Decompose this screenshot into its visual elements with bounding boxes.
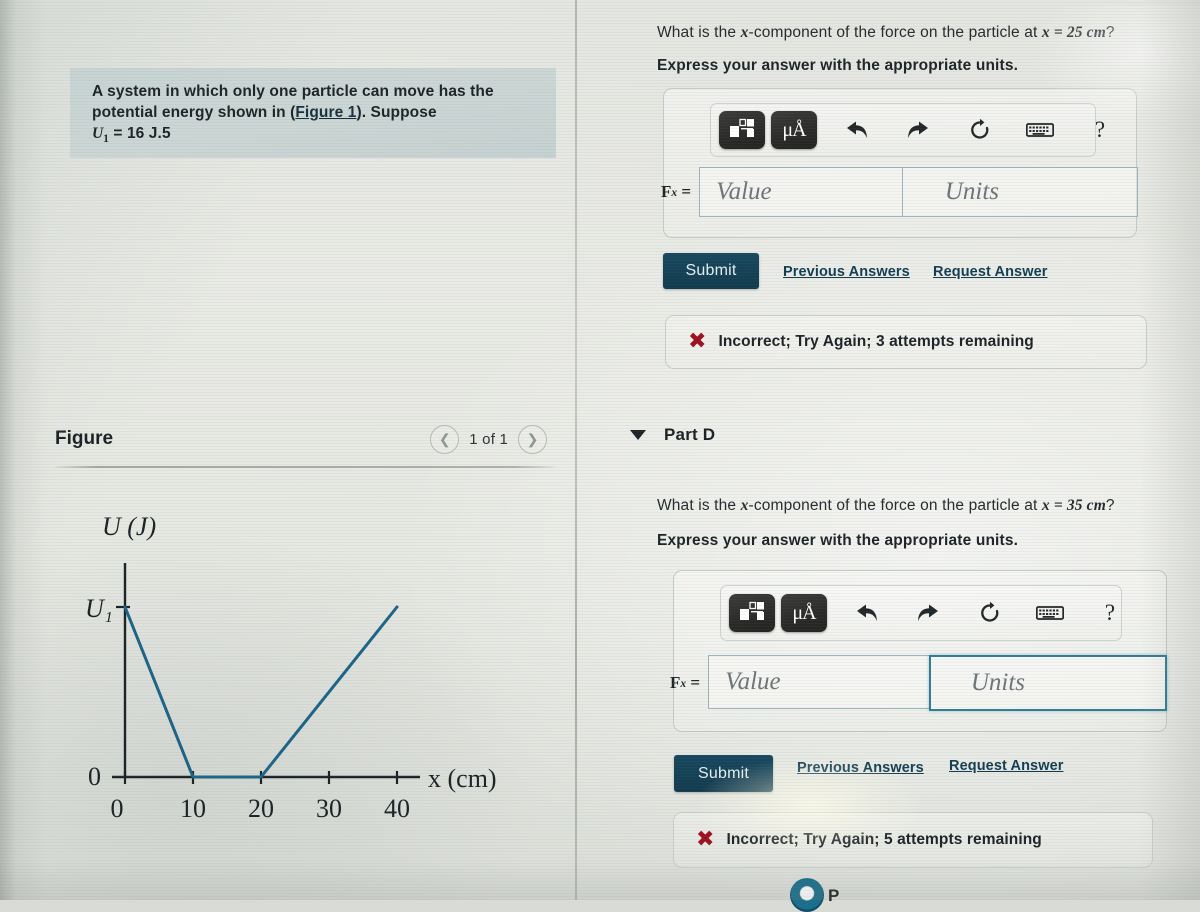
partC-previous-answers-link[interactable]: Previous Answers [783, 264, 910, 280]
svg-text:20: 20 [248, 794, 274, 823]
partC-value-input[interactable]: Value [699, 167, 904, 217]
figure-navigation: ❮ 1 of 1 ❯ [430, 425, 547, 454]
right-panel-answer-pane: What is the x-component of the force on … [575, 0, 1200, 900]
chart-y-axis-label: U (J) [102, 512, 156, 541]
left-panel-figure-pane: A system in which only one particle can … [0, 0, 575, 900]
partC-question-condition: x = 25 cm [1041, 24, 1106, 41]
question-mark-help-icon[interactable]: ? [1087, 594, 1133, 632]
partC-units-input[interactable]: Units [901, 167, 1138, 217]
redo-arrow-icon[interactable] [895, 111, 941, 149]
micro-angstrom-units-icon[interactable]: μÅ [781, 594, 827, 632]
micro-angstrom-label: μÅ [782, 118, 806, 141]
partD-feedback-text: Incorrect; Try Again; 5 attempts remaini… [726, 831, 1042, 848]
reset-circular-arrow-icon[interactable] [967, 594, 1013, 632]
reset-circular-arrow-icon[interactable] [957, 111, 1003, 149]
svg-text:40: 40 [384, 794, 410, 823]
partD-submit-button[interactable]: Submit [674, 755, 773, 792]
svg-text:30: 30 [316, 794, 342, 823]
partD-units-input[interactable]: Units [928, 655, 1167, 711]
math-template-glyph [730, 118, 754, 137]
partD-question-var: x [740, 497, 749, 514]
problem-line-2-pre: potential energy shown in ( [92, 104, 296, 121]
undo-arrow-icon[interactable] [843, 594, 889, 632]
partE-label-peek: P [828, 886, 840, 905]
partD-answer-card: μÅ ? F x = Value Units [670, 570, 1167, 732]
chevron-right-icon[interactable]: ❯ [518, 425, 547, 454]
undo-arrow-icon[interactable] [833, 111, 879, 149]
redo-arrow-icon[interactable] [905, 594, 951, 632]
question-mark-help-icon[interactable]: ? [1077, 111, 1123, 149]
chart-y-tick-label-zero: 0 [88, 762, 101, 791]
chevron-left-icon[interactable]: ❮ [430, 425, 460, 454]
partD-instruction: Express your answer with the appropriate… [657, 532, 1019, 549]
partD-feedback-banner: ✖ Incorrect; Try Again; 5 attempts remai… [673, 812, 1153, 868]
partC-instruction: Express your answer with the appropriate… [657, 57, 1019, 74]
partC-units-placeholder: Units [944, 178, 999, 205]
caret-down-icon[interactable] [630, 430, 646, 440]
partD-label: Part D [664, 425, 716, 444]
chart-y-tick-label-u1: U₁ [85, 594, 113, 623]
partD-request-answer-link[interactable]: Request Answer [949, 758, 1063, 774]
partC-request-answer-link[interactable]: Request Answer [933, 264, 1047, 280]
problem-line-2-post: ). Suppose [356, 104, 437, 121]
partC-field-label: Fx = [661, 182, 692, 201]
problem-line-1: A system in which only one particle can … [92, 83, 494, 100]
figure-divider-rule [55, 466, 555, 468]
math-template-glyph [740, 601, 764, 620]
partC-value-placeholder: Value [716, 178, 772, 205]
figure-1-link[interactable]: Figure 1 [295, 104, 356, 121]
partD-question-condition: x = 35 cm [1041, 497, 1106, 514]
partD-math-toolbar: μÅ ? [720, 585, 1122, 641]
keyboard-icon[interactable] [1017, 111, 1063, 149]
keyboard-icon[interactable] [1027, 594, 1073, 632]
partC-question-var: x [740, 24, 749, 41]
given-symbol: U1 [92, 125, 109, 146]
partC-feedback-banner: ✖ Incorrect; Try Again; 3 attempts remai… [665, 315, 1147, 369]
figure-counter: 1 of 1 [469, 431, 508, 448]
chart-x-axis-label: x (cm) [428, 764, 497, 793]
partD-value-placeholder: Value [725, 668, 781, 695]
partD-field-label: Fx = [670, 673, 701, 692]
problem-statement-text: A system in which only one particle can … [92, 81, 542, 150]
given-value: = 16 J.5 [113, 125, 171, 142]
partC-submit-button[interactable]: Submit [663, 253, 759, 289]
partD-units-placeholder: Units [970, 669, 1025, 696]
chart-x-tick-labels: 0 10 20 30 40 [111, 794, 411, 823]
red-x-icon: ✖ [696, 827, 715, 852]
red-x-icon: ✖ [688, 329, 707, 354]
math-template-icon[interactable] [719, 111, 765, 149]
help-label: ? [1104, 600, 1116, 625]
partC-question-text: What is the x-component of the force on … [657, 24, 1115, 41]
figure-header: Figure ❮ 1 of 1 ❯ [55, 425, 555, 469]
problem-statement-box: A system in which only one particle can … [70, 68, 556, 158]
partD-value-input[interactable]: Value [708, 655, 931, 709]
help-label: ? [1094, 117, 1106, 142]
partD-previous-answers-link[interactable]: Previous Answers [797, 760, 924, 776]
potential-energy-chart: U (J) U₁ 0 0 10 20 30 40 x (cm) [60, 495, 560, 835]
micro-angstrom-label: μÅ [792, 601, 816, 624]
math-template-icon[interactable] [729, 594, 775, 632]
svg-text:0: 0 [111, 794, 124, 823]
chart-data-line [123, 605, 399, 779]
partD-header[interactable]: Part D [630, 425, 715, 445]
part-status-circle-icon[interactable] [790, 878, 824, 912]
micro-angstrom-units-icon[interactable]: μÅ [771, 111, 817, 149]
partC-feedback-text: Incorrect; Try Again; 3 attempts remaini… [718, 333, 1034, 350]
svg-text:10: 10 [180, 794, 206, 823]
chart-svg: U (J) U₁ 0 0 10 20 30 40 x (cm) [85, 512, 497, 823]
partC-math-toolbar: μÅ ? [710, 103, 1105, 157]
partC-answer-card: μÅ ? F x = Value Units [661, 88, 1138, 238]
partD-question-text: What is the x-component of the force on … [657, 497, 1115, 514]
figure-title: Figure [55, 428, 114, 449]
